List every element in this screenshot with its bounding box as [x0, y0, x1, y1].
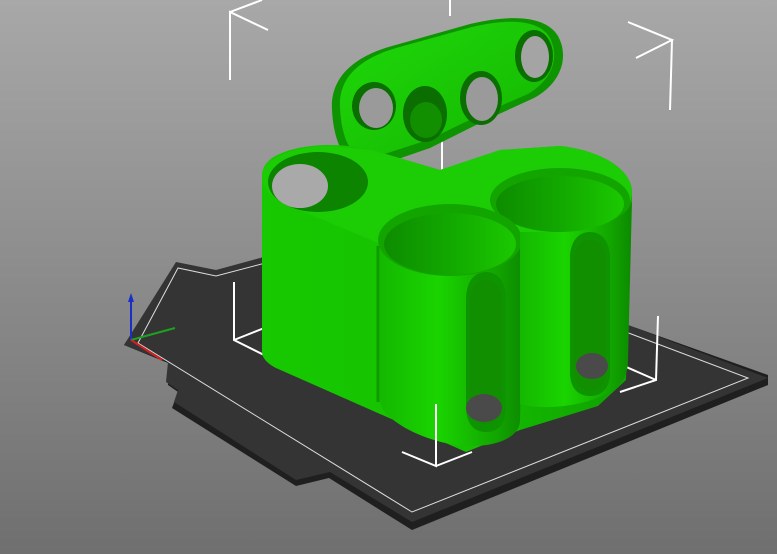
- handle-hole-3-inner: [466, 77, 498, 121]
- cup-opening-back-right-inner: [496, 176, 624, 232]
- handle-hole-1-inner: [359, 88, 393, 128]
- scene-canvas[interactable]: [0, 0, 777, 554]
- slot-right-cup-window: [576, 353, 608, 379]
- slot-front-cup-window: [466, 394, 502, 422]
- cup-opening-front-inner: [384, 213, 516, 275]
- cup-opening-left-inner: [272, 164, 328, 208]
- handle-hole-2-inner: [410, 102, 442, 138]
- handle-hole-4-inner: [521, 36, 549, 78]
- 3d-viewport[interactable]: [0, 0, 777, 554]
